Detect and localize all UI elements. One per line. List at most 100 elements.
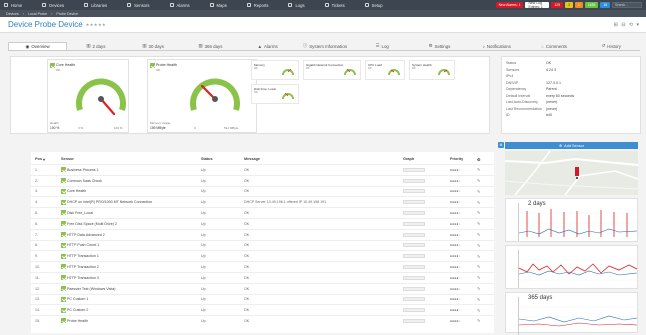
mini-graph[interactable]	[403, 200, 425, 205]
priority-stars[interactable]: ●●●●○	[450, 243, 461, 247]
sensor-name[interactable]: HTTP Transaction 1	[61, 253, 99, 259]
page-tools[interactable]: ⊞ ⊟ ⟲ ▾	[614, 22, 640, 28]
edit-icon[interactable]: ✎	[477, 200, 480, 205]
priority-stars[interactable]: ●●●●○	[450, 200, 461, 204]
edit-icon[interactable]: ✎	[477, 308, 480, 313]
table-row[interactable]: 14. PC Custom 2 Up OK ●●●●○ ✎	[31, 304, 494, 315]
row-position[interactable]: 13.	[35, 297, 40, 301]
cpu-load-gauge[interactable]: CPU Load OK	[365, 60, 405, 80]
sensor-name[interactable]: Common Saas Check	[61, 178, 102, 184]
sensor-name[interactable]: PC Custom 1	[61, 296, 88, 302]
table-row[interactable]: 1. Business Process 1 Up OK ●●●●○ ✎	[31, 164, 494, 175]
tab-30-days[interactable]: ▥ 30 days	[125, 42, 182, 50]
priority-stars[interactable]: ●●●●○	[450, 168, 461, 172]
sensor-name[interactable]: Probe Health	[61, 318, 88, 324]
tab-overview[interactable]: ◉ Overview	[8, 42, 68, 50]
sensor-name[interactable]: Free Disk Space (Multi Drive) 2	[61, 221, 117, 227]
priority-stars[interactable]: ●●●●○	[450, 308, 461, 312]
tab-settings[interactable]: ⚙ Settings	[411, 42, 468, 50]
mini-graph[interactable]	[403, 254, 425, 259]
sensor-name[interactable]: Business Process 1	[61, 167, 99, 173]
edit-icon[interactable]: ✎	[477, 221, 480, 226]
graph-30-days[interactable]	[505, 245, 638, 289]
nav-reports[interactable]: Reports	[246, 3, 268, 8]
edit-icon[interactable]: ✎	[477, 243, 480, 248]
sensor-name[interactable]: HTTP Push Count 1	[61, 242, 99, 248]
tab-log[interactable]: ☰ Log	[354, 42, 411, 50]
system-health-gauge[interactable]: System Health OK	[409, 60, 455, 80]
edit-icon[interactable]: ✎	[477, 189, 480, 194]
mini-graph[interactable]	[403, 297, 425, 302]
mini-graph[interactable]	[403, 221, 425, 226]
status-count-warning[interactable]: 3	[565, 2, 574, 8]
memory-gauge[interactable]: Memory OK	[251, 60, 299, 80]
nav-maps[interactable]: Maps	[209, 3, 227, 8]
sensor-name[interactable]: Paessler Test (Windows Vista)	[61, 286, 115, 292]
row-position[interactable]: 14.	[35, 308, 40, 312]
nav-logs[interactable]: Logs	[288, 3, 305, 8]
tab-history[interactable]: ↺ History	[583, 42, 640, 50]
tab-alarms[interactable]: ▲ Alarms	[239, 42, 296, 50]
priority-stars[interactable]: ●●●●○	[450, 222, 461, 226]
status-count-down[interactable]: 129	[551, 2, 564, 8]
edit-icon[interactable]: ✎	[477, 297, 480, 302]
row-position[interactable]: 5.	[35, 211, 38, 215]
core-health-gauge[interactable]: Core Health OK Health 100 % 0 % 100 %	[47, 59, 129, 133]
location-map[interactable]	[505, 151, 638, 195]
table-row[interactable]: 6. Free Disk Space (Multi Drive) 2 Up OK ●●●…	[31, 218, 494, 229]
mini-graph[interactable]	[403, 243, 425, 248]
nav-sensors[interactable]: Sensors	[127, 3, 150, 8]
table-row[interactable]: 9. HTTP Transaction 1 Up OK ●●●●○ ✎	[31, 250, 494, 261]
table-row[interactable]: 8. HTTP Push Count 1 Up OK ●●●●○ ✎	[31, 239, 494, 251]
row-position[interactable]: 4.	[35, 200, 38, 204]
table-row[interactable]: 7. HTTP Data Advanced 2 Up OK ●●●●○ ✎	[31, 228, 494, 240]
table-row[interactable]: 12. Paessler Test (Windows Vista) Up OK ●●●●…	[31, 282, 494, 294]
row-position[interactable]: 1.	[35, 168, 38, 172]
nav-alarms[interactable]: Alarms	[169, 3, 190, 8]
mini-graph[interactable]	[403, 167, 425, 172]
priority-stars[interactable]: ●●●●○	[450, 211, 461, 215]
table-row[interactable]: 15. Probe Health Up OK ●●●●○ ✎	[31, 315, 494, 326]
priority-stars[interactable]: ●●●●○	[450, 297, 461, 301]
col-header-pos[interactable]: Pos ▾	[35, 156, 45, 162]
tab-system-information[interactable]: ⓘ System Information	[296, 42, 353, 50]
sensor-name[interactable]: Disk Free_Local	[61, 210, 93, 216]
priority-stars[interactable]: ●●●●○	[450, 319, 461, 323]
nav-libraries[interactable]: Libraries	[84, 3, 107, 8]
breadcrumb-devices[interactable]: Devices	[6, 12, 19, 16]
network-gauge[interactable]: Gigabit Network Connection OK	[303, 60, 361, 80]
sensor-name[interactable]: DHCP on Intel(R) PRO/1000 MT Network Con…	[61, 199, 152, 205]
graph-365-days[interactable]: 365 days	[505, 292, 638, 335]
tab-notifications[interactable]: ♪ Notifications	[468, 42, 525, 50]
mini-graph[interactable]	[403, 178, 425, 183]
mini-graph[interactable]	[403, 264, 425, 269]
mini-graph[interactable]	[403, 189, 425, 194]
mini-graph[interactable]	[403, 286, 425, 291]
mini-graph[interactable]	[403, 318, 425, 323]
priority-stars[interactable]: ●●●●○	[450, 287, 461, 291]
tab-2-days[interactable]: ▥ 2 days	[67, 42, 124, 50]
table-row[interactable]: 11. HTTP Transaction 3 Up OK ●●●●○ ✎	[31, 272, 494, 283]
disk-free-gauge[interactable]: Disk Free: Local OK	[251, 84, 299, 104]
row-position[interactable]: 8.	[35, 243, 38, 247]
row-position[interactable]: 7.	[35, 233, 38, 237]
col-header-status[interactable]: Status	[201, 156, 213, 162]
edit-icon[interactable]: ✎	[477, 167, 480, 172]
tab-comments[interactable]: ◌ Comments	[525, 42, 582, 50]
priority-stars[interactable]: ●●●●○	[450, 179, 461, 183]
new-log-badge[interactable]: New Log Entries: 1	[525, 1, 550, 9]
table-row[interactable]: 10. HTTP Transaction 2 Up OK ●●●●○ ✎	[31, 261, 494, 272]
add-sensor-button[interactable]: ⊕ Add Sensor	[505, 142, 638, 149]
breadcrumb-local-probe[interactable]: Local Probe	[28, 12, 47, 16]
table-row[interactable]: 2. Common Saas Check Up OK ●●●●○ ✎	[31, 174, 494, 186]
priority-stars[interactable]: ●●●●○	[450, 233, 461, 237]
nav-devices[interactable]: Devices	[42, 3, 64, 8]
priority-stars[interactable]: ●●●●○	[450, 276, 461, 280]
priority-stars[interactable]: ★★★★★	[86, 22, 106, 27]
table-row[interactable]: 5. Disk Free_Local Up OK ●●●●○ ✎	[31, 207, 494, 218]
row-position[interactable]: 15.	[35, 319, 40, 323]
nav-home[interactable]: Home	[4, 3, 22, 8]
edit-icon[interactable]: ✎	[477, 286, 480, 291]
graph-2-days[interactable]: 2 days	[505, 198, 638, 242]
sensor-name[interactable]: HTTP Transaction 3	[61, 275, 99, 281]
